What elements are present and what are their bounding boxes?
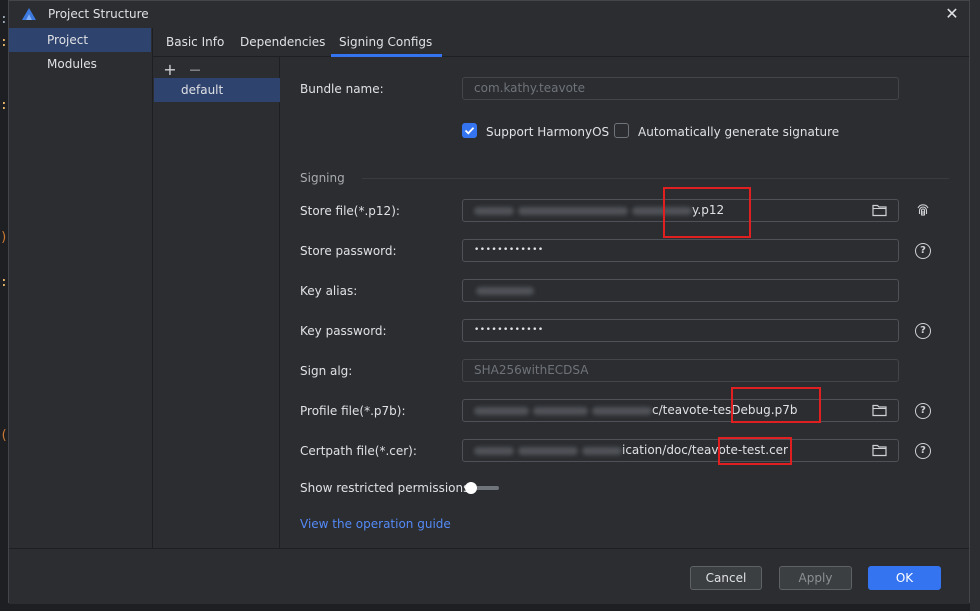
dialog-footer: Cancel Apply OK	[9, 548, 969, 604]
code-fragment: :	[0, 98, 8, 113]
redacted-text	[474, 206, 514, 215]
annotation-highlight-box	[718, 437, 792, 465]
show-restricted-label: Show restricted permissions	[300, 481, 470, 495]
auto-signature-label: Automatically generate signature	[638, 125, 840, 139]
redacted-text	[518, 206, 628, 215]
code-fragment: (	[0, 428, 8, 443]
key-password-field[interactable]: ••••••••••••	[462, 319, 899, 342]
auto-signature-checkbox[interactable]	[614, 123, 629, 138]
redacted-text	[592, 406, 652, 415]
signing-section-title: Signing	[300, 171, 345, 185]
annotation-highlight-box	[731, 387, 821, 423]
nav-item-modules[interactable]: Modules	[9, 52, 151, 76]
show-restricted-toggle[interactable]	[465, 482, 499, 494]
store-password-field[interactable]: ••••••••••••	[462, 239, 899, 262]
code-fragment: :	[0, 275, 8, 290]
redacted-text	[533, 406, 588, 415]
profile-file-label: Profile file(*.p7b):	[300, 404, 406, 418]
operation-guide-link[interactable]: View the operation guide	[300, 517, 451, 531]
key-alias-field[interactable]	[462, 279, 899, 302]
sign-alg-label: Sign alg:	[300, 364, 353, 378]
profile-file-value: c/teavote-tes	[652, 403, 732, 417]
annotation-highlight-box	[663, 187, 751, 238]
store-file-label: Store file(*.p12):	[300, 204, 400, 218]
toggle-knob	[465, 482, 477, 494]
redacted-text	[474, 406, 529, 415]
close-button[interactable]: ✕	[943, 5, 961, 23]
profile-file-field[interactable]: c/teavote-tesDebug.p7b	[462, 399, 899, 422]
code-fragment: :	[0, 12, 8, 27]
checkmark-icon	[464, 127, 475, 135]
apply-button[interactable]: Apply	[779, 566, 852, 590]
remove-config-button[interactable]: —	[187, 62, 203, 78]
folder-icon[interactable]	[872, 403, 887, 417]
tab-basic-info[interactable]: Basic Info	[166, 28, 224, 57]
tab-signing-configs[interactable]: Signing Configs	[330, 28, 443, 57]
certpath-file-label: Certpath file(*.cer):	[300, 444, 417, 458]
section-divider	[362, 178, 949, 179]
deveco-logo-icon	[22, 8, 36, 20]
fingerprint-icon[interactable]	[915, 202, 931, 218]
key-alias-label: Key alias:	[300, 284, 358, 298]
folder-icon[interactable]	[872, 443, 887, 457]
bundle-name-field: com.kathy.teavote	[462, 77, 899, 100]
code-fragment: )	[0, 230, 8, 245]
store-password-help-icon[interactable]: ?	[915, 243, 931, 259]
certpath-file-field[interactable]: ication/doc/teavote-test.cer	[462, 439, 899, 462]
signing-config-list: + — default	[153, 57, 280, 548]
ok-button[interactable]: OK	[868, 566, 941, 590]
redacted-text	[518, 446, 578, 455]
content-panel: Basic Info Dependencies Signing Configs …	[152, 28, 969, 548]
config-item-default[interactable]: default	[154, 78, 280, 102]
certpath-file-help-icon[interactable]: ?	[915, 443, 931, 459]
redacted-text	[474, 446, 514, 455]
signing-form: Bundle name: com.kathy.teavote Support H…	[280, 57, 969, 548]
key-password-help-icon[interactable]: ?	[915, 323, 931, 339]
key-password-label: Key password:	[300, 324, 387, 338]
project-structure-dialog: Project Structure ✕ Project Modules Basi…	[8, 0, 970, 604]
window-title: Project Structure	[48, 7, 149, 21]
add-config-button[interactable]: +	[162, 62, 178, 78]
profile-file-help-icon[interactable]: ?	[915, 403, 931, 419]
left-navigation: Project Modules	[9, 28, 152, 548]
store-password-label: Store password:	[300, 244, 397, 258]
support-harmonyos-checkbox[interactable]	[462, 123, 477, 138]
title-bar: Project Structure ✕	[9, 1, 969, 28]
support-harmonyos-label: Support HarmonyOS	[486, 125, 610, 139]
tab-bar: Basic Info Dependencies Signing Configs	[153, 28, 969, 57]
cancel-button[interactable]: Cancel	[690, 566, 762, 590]
code-fragment: :	[0, 35, 8, 50]
folder-icon[interactable]	[872, 203, 887, 217]
ide-right-edge	[970, 0, 980, 611]
bundle-name-label: Bundle name:	[300, 82, 384, 96]
redacted-text	[476, 286, 534, 295]
tab-dependencies[interactable]: Dependencies	[240, 28, 325, 57]
nav-item-project[interactable]: Project	[9, 28, 151, 52]
sign-alg-field: SHA256withECDSA	[462, 359, 899, 382]
redacted-text	[582, 446, 622, 455]
